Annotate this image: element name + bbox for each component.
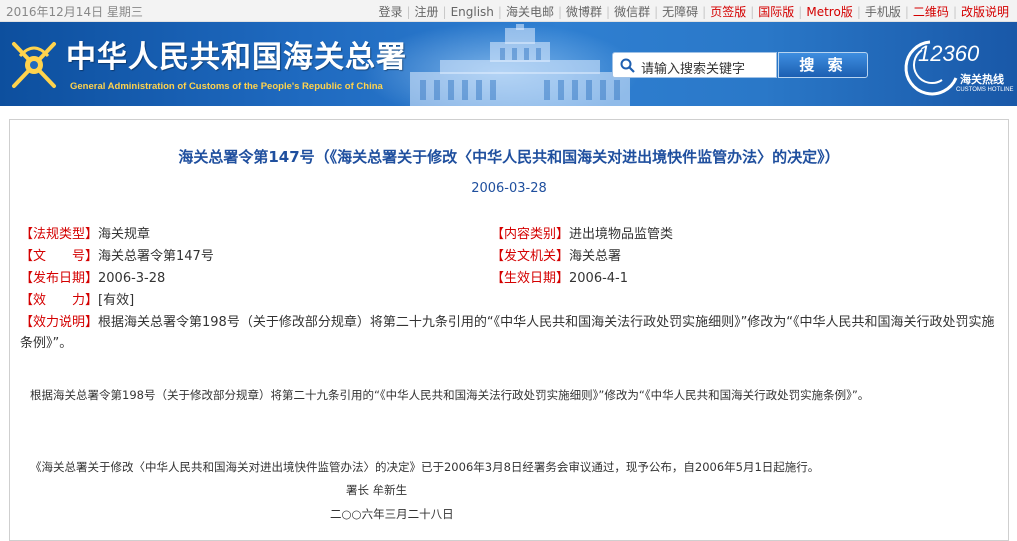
body-paragraph: 《海关总署关于修改〈中华人民共和国海关对进出境快件监管办法〉的决定》已于2006… xyxy=(30,460,820,474)
link-separator: | xyxy=(442,5,447,19)
article-title: 海关总署令第147号（《海关总署关于修改〈中华人民共和国海关对进出境快件监管办法… xyxy=(178,148,840,166)
meta-value: 进出境物品监管类 xyxy=(569,227,674,242)
meta-content-category: 【内容类别】进出境物品监管类 xyxy=(491,223,673,242)
top-link[interactable]: 登录 xyxy=(374,5,406,19)
site-header: 中华人民共和国海关总署 General Administration of Cu… xyxy=(0,22,1017,106)
meta-label: 【发布日期】 xyxy=(20,271,99,286)
top-link[interactable]: 改版说明 xyxy=(957,5,1013,19)
customs-building-image xyxy=(410,24,630,106)
meta-effective-date: 【生效日期】2006-4-1 xyxy=(491,267,628,286)
meta-value: 海关规章 xyxy=(98,227,151,242)
article-date: 2006-03-28 xyxy=(471,181,547,196)
meta-validity: 【效 力】[有效] xyxy=(20,289,134,308)
meta-value: 海关总署 xyxy=(569,249,622,264)
top-link[interactable]: 注册 xyxy=(411,5,443,19)
meta-issuing-authority: 【发文机关】海关总署 xyxy=(491,245,621,264)
top-link[interactable]: 页签版 xyxy=(706,5,750,19)
hotline-number: 12360 xyxy=(918,41,980,66)
meta-value: 海关总署令第147号 xyxy=(98,249,214,264)
top-link[interactable]: English xyxy=(447,5,498,19)
meta-label: 【法规类型】 xyxy=(20,227,99,242)
top-link[interactable]: 微博群 xyxy=(562,5,606,19)
top-links: 登录 | 注册 | English | 海关电邮 | 微博群 | 微信群 | 无障碍 | 页签版 | 国际版 | M… xyxy=(374,3,1013,20)
meta-value: [有效] xyxy=(98,293,135,308)
top-link[interactable]: Metro版 xyxy=(802,5,856,19)
search-icon xyxy=(620,58,635,73)
meta-value: 根据海关总署令第198号（关于修改部分规章）将第二十九条引用的“《中华人民共和国… xyxy=(20,315,995,351)
meta-label: 【生效日期】 xyxy=(491,271,570,286)
top-link[interactable]: 国际版 xyxy=(754,5,798,19)
site-title[interactable]: 中华人民共和国海关总署 xyxy=(66,32,407,76)
meta-value: 2006-3-28 xyxy=(98,271,166,286)
hotline-label-english: CUSTOMS HOTLINE xyxy=(956,87,1014,93)
body-paragraph: 根据海关总署令第198号（关于修改部分规章）将第二十九条引用的“《中华人民共和国… xyxy=(30,388,870,402)
top-bar: 2016年12月14日 星期三 登录 | 注册 | English | 海关电邮 | 微博群 | 微… xyxy=(0,0,1017,22)
top-link[interactable]: 海关电邮 xyxy=(502,5,558,19)
top-link[interactable]: 二维码 xyxy=(909,5,953,19)
current-date: 2016年12月14日 星期三 xyxy=(6,5,143,19)
article-panel: 海关总署令第147号（《海关总署关于修改〈中华人民共和国海关对进出境快件监管办法… xyxy=(9,119,1009,541)
meta-value: 2006-4-1 xyxy=(569,271,629,286)
search-placeholder: 请输入搜索关键字 xyxy=(641,62,746,77)
meta-document-number: 【文 号】海关总署令第147号 xyxy=(20,245,214,264)
signer: 署长 牟新生 xyxy=(346,483,408,497)
link-separator: | xyxy=(406,5,411,19)
meta-publish-date: 【发布日期】2006-3-28 xyxy=(20,267,165,286)
top-link[interactable]: 手机版 xyxy=(861,5,905,19)
site-title-english: General Administration of Customs of the… xyxy=(70,81,383,92)
search-button[interactable]: 搜 索 xyxy=(778,52,868,78)
meta-label: 【效力说明】 xyxy=(20,315,99,330)
top-link[interactable]: 微信群 xyxy=(610,5,654,19)
meta-validity-note: 【效力说明】根据海关总署令第198号（关于修改部分规章）将第二十九条引用的“《中… xyxy=(20,312,1000,354)
search-input[interactable]: 请输入搜索关键字 xyxy=(612,52,777,78)
hotline-logo[interactable]: 12360 海关热线 CUSTOMS HOTLINE xyxy=(900,34,1014,102)
meta-label: 【效 力】 xyxy=(20,293,99,308)
top-link[interactable]: 无障碍 xyxy=(658,5,702,19)
customs-emblem-icon xyxy=(12,42,56,88)
meta-label: 【内容类别】 xyxy=(491,227,570,242)
meta-law-type: 【法规类型】海关规章 xyxy=(20,223,150,242)
sign-date: 二○○六年三月二十八日 xyxy=(330,507,454,521)
meta-label: 【发文机关】 xyxy=(491,249,570,264)
meta-label: 【文 号】 xyxy=(20,249,99,264)
hotline-label: 海关热线 xyxy=(960,73,1004,86)
